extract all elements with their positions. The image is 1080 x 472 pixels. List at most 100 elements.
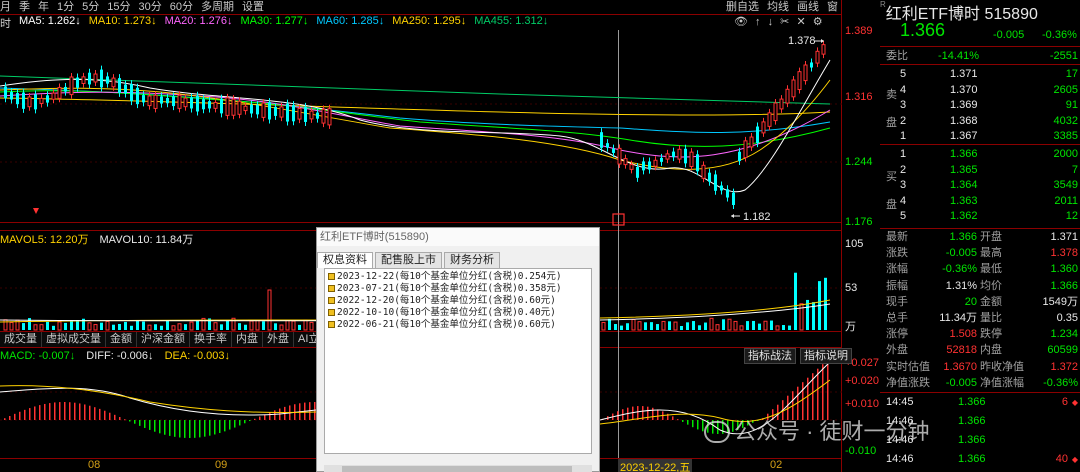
ask-volume: 17 — [1065, 68, 1078, 80]
price-change-pct: -0.36% — [1042, 29, 1077, 41]
dividend-item-text: 2023-12-22(每10个基金单位分红(含税)0.254元) — [337, 271, 562, 282]
stat-label: 现手 — [886, 295, 908, 308]
bid-volume: 2011 — [1054, 194, 1078, 207]
tab-inner[interactable]: 内盘 — [232, 332, 263, 347]
macd-scale-4: -0.010 — [845, 445, 877, 457]
list-item[interactable]: 2023-12-22(每10个基金单位分红(含税)0.254元) — [325, 271, 591, 283]
dividend-item-text: 2022-06-21(每10个基金单位分红(含税)0.60元) — [337, 319, 556, 330]
stat-value: 20 — [964, 295, 977, 308]
tick-row: 14:46 1.366 40 ◆ — [880, 451, 1080, 468]
scale-price-2: 1.316 — [845, 91, 873, 103]
tick-price: 1.366 — [958, 434, 986, 446]
stat-label: 净值涨幅 — [980, 376, 1024, 389]
date-label-cursor: 2023-12-22,五 — [618, 459, 693, 472]
indicator-help-button[interactable]: 指标说明 — [800, 348, 852, 364]
sell-label-2: 盘 — [886, 117, 897, 129]
stat-label: 最高 — [980, 247, 1002, 260]
ask-price: 1.371 — [950, 68, 978, 80]
tab-hs-amount[interactable]: 沪深金额 — [137, 332, 190, 347]
popup-tab-placement[interactable]: 配售股上市 — [375, 252, 442, 268]
stat-row: 现手 20 金额 1549万 — [880, 294, 1080, 311]
dividend-info-popup[interactable]: 红利ETF博时(515890) 权息资料 配售股上市 财务分析 2023-12-… — [316, 227, 600, 472]
stat-value: -0.005 — [945, 376, 977, 389]
stat-label: 昨收净值 — [980, 360, 1024, 373]
bid-price: 1.363 — [950, 194, 978, 207]
indicator-strategy-button[interactable]: 指标战法 — [744, 348, 796, 364]
stat-label: 振幅 — [886, 279, 908, 292]
stat-row: 振幅 1.31% 均价 1.366 — [880, 278, 1080, 295]
popup-tab-dividend[interactable]: 权息资料 — [317, 252, 373, 268]
popup-horizontal-scrollbar[interactable] — [324, 465, 592, 472]
bid-row: 1 1.366 2000 — [880, 146, 1080, 163]
stat-label: 最低 — [980, 263, 1002, 276]
list-item[interactable]: 2022-06-21(每10个基金单位分红(含税)0.60元) — [325, 319, 591, 331]
stat-label: 总手 — [886, 312, 908, 324]
macd-scale-2: +0.020 — [845, 375, 879, 387]
tick-time: 14:46 — [886, 453, 914, 465]
date-label-4: 02 — [770, 459, 783, 471]
bid-volume: 7 — [1071, 163, 1078, 176]
ask-price: 1.367 — [950, 130, 978, 143]
tab-outer[interactable]: 外盘 — [263, 332, 294, 347]
bid-level: 3 — [900, 179, 907, 192]
tab-volume[interactable]: 成交量 — [0, 332, 42, 347]
ask-level: 4 — [900, 83, 907, 96]
bid-level: 4 — [900, 194, 907, 207]
last-price: 1.366 — [900, 20, 946, 40]
stat-row: 涨跌 -0.005 最高 1.378 — [880, 245, 1080, 262]
tick-volume: 40 — [1055, 453, 1068, 465]
dea-value: DEA: -0.003↓ — [164, 350, 230, 362]
sell-label-1: 卖 — [886, 89, 897, 101]
vol-scale-unit: 万 — [845, 321, 856, 333]
bid-row: 2 1.365 7 — [880, 162, 1080, 179]
leaf-icon — [328, 309, 335, 316]
stat-value: 1.31% — [945, 279, 977, 292]
tab-turnover[interactable]: 换手率 — [190, 332, 232, 347]
weibi-label: 委比 — [886, 50, 908, 62]
ask-price: 1.369 — [950, 99, 978, 112]
dividend-item-text: 2023-07-21(每10个基金单位分红(含税)0.358元) — [337, 283, 562, 294]
dividend-item-text: 2022-10-10(每10个基金单位分红(含税)0.40元) — [337, 307, 556, 318]
leaf-icon — [328, 285, 335, 292]
list-item[interactable]: 2022-10-10(每10个基金单位分红(含税)0.40元) — [325, 307, 591, 319]
ask-row: 2 1.368 4032 — [880, 113, 1080, 130]
dividend-list: 2023-12-22(每10个基金单位分红(含税)0.254元) 2023-07… — [324, 268, 592, 454]
stat-row: 实时估值 1.3670 昨收净值 1.372 — [880, 359, 1080, 376]
tab-virtual-volume[interactable]: 虚拟成交量 — [42, 332, 106, 347]
mavol10-value: MAVOL10: 11.84万 — [99, 234, 194, 246]
stat-label: 涨跌 — [886, 247, 908, 260]
tick-row: 14:45 1.366 6 ◆ — [880, 394, 1080, 411]
scrollbar-thumb[interactable] — [342, 466, 572, 472]
stat-value: 1.371 — [1050, 231, 1078, 243]
stat-label: 外盘 — [886, 344, 908, 357]
popup-tab-finance[interactable]: 财务分析 — [444, 252, 500, 268]
list-item[interactable]: 2023-07-21(每10个基金单位分红(含税)0.358元) — [325, 283, 591, 295]
stat-value: 11.34万 — [939, 312, 977, 324]
ask-row: 5 1.371 17 — [880, 66, 1080, 83]
bid-row: 5 1.362 12 — [880, 208, 1080, 225]
leaf-icon — [328, 297, 335, 304]
stat-value: -0.36% — [942, 263, 977, 276]
bid-row: 4 1.363 2011 — [880, 193, 1080, 210]
stat-value: 1.366 — [949, 231, 977, 243]
vol-scale-top: 105 — [845, 238, 864, 250]
bid-level: 2 — [900, 163, 907, 176]
scale-price-1: 1.389 — [845, 25, 873, 37]
fund-code: 515890 — [984, 6, 1038, 23]
date-label-1: 08 — [88, 459, 101, 471]
stat-label: 跌停 — [980, 328, 1002, 341]
stat-label: 开盘 — [980, 231, 1002, 243]
bid-volume: 2000 — [1053, 148, 1078, 160]
mavol5-value: MAVOL5: 12.20万 — [0, 234, 89, 246]
vol-scale-mid: 53 — [845, 282, 858, 294]
list-item[interactable]: 2022-12-20(每10个基金单位分红(含税)0.60元) — [325, 295, 591, 307]
stat-value: 1.366 — [1050, 279, 1078, 292]
stat-label: 净值涨跌 — [886, 376, 930, 389]
stat-row: 净值涨跌 -0.005 净值涨幅 -0.36% — [880, 375, 1080, 392]
tab-amount[interactable]: 金额 — [106, 332, 137, 347]
ask-volume: 91 — [1065, 99, 1078, 112]
bid-price: 1.365 — [950, 163, 978, 176]
stat-label: 内盘 — [980, 344, 1002, 357]
stat-label: 涨停 — [886, 328, 908, 341]
dividend-item-text: 2022-12-20(每10个基金单位分红(含税)0.60元) — [337, 295, 556, 306]
